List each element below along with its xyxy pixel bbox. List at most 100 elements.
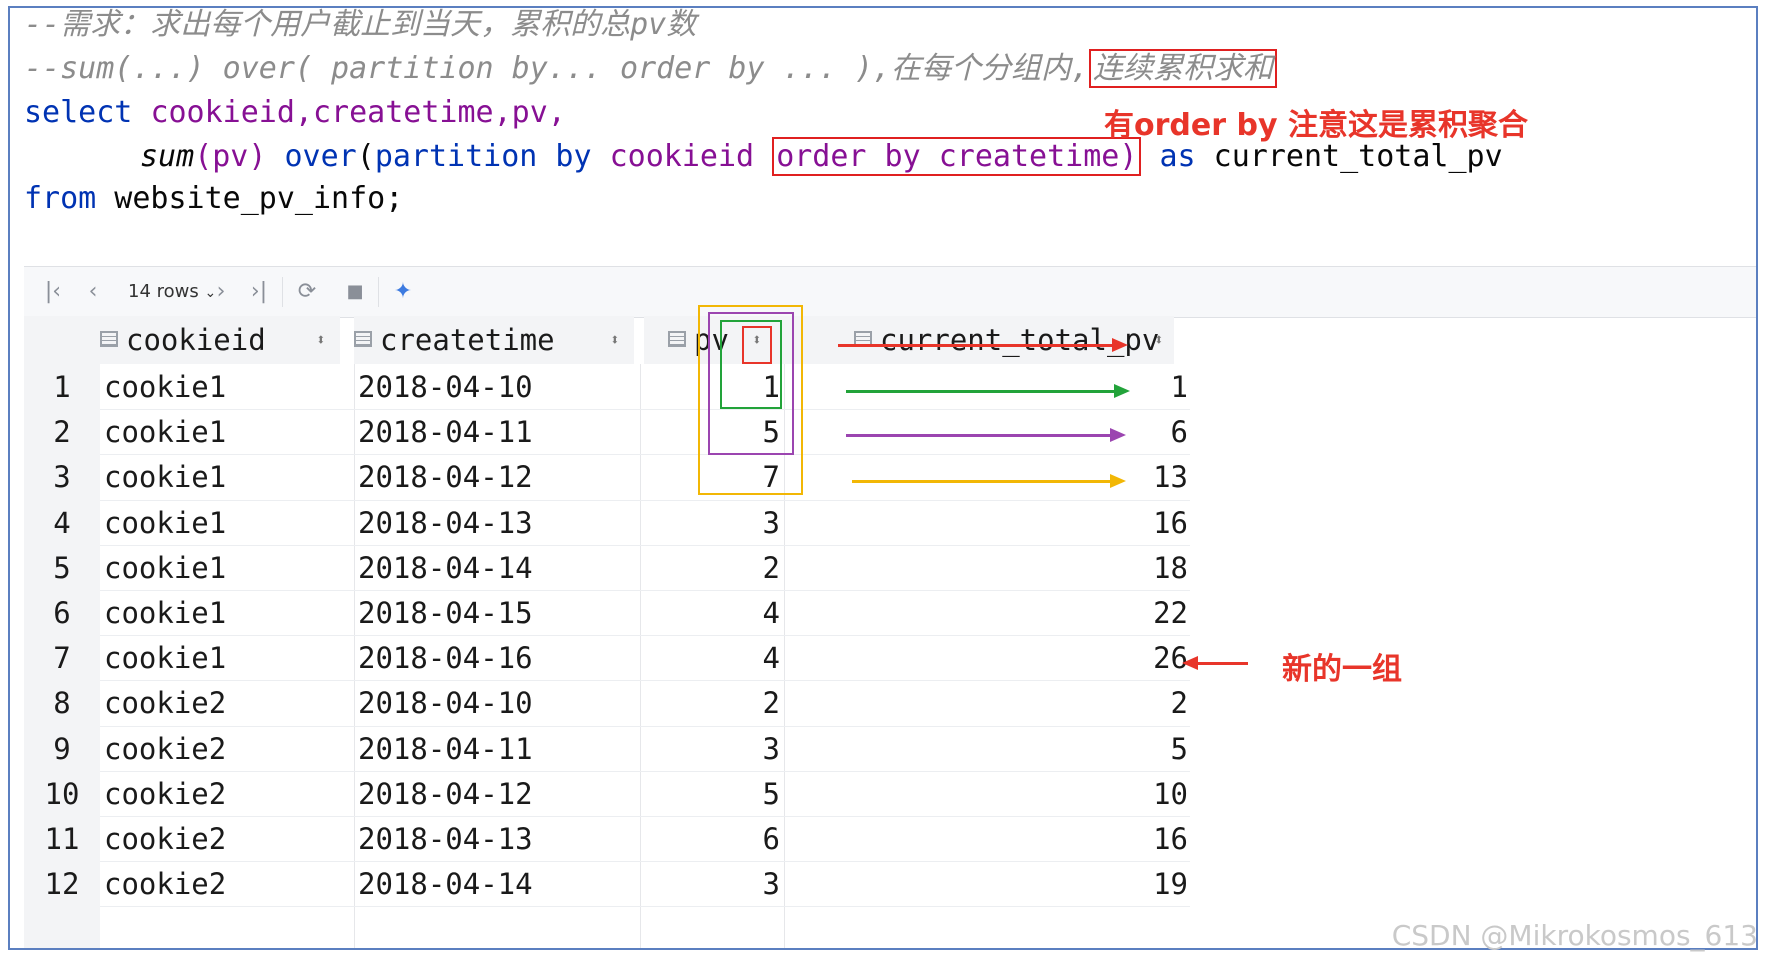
table-row[interactable]: 11 cookie2 2018-04-13 6 16 bbox=[24, 816, 1314, 862]
refresh-icon[interactable]: ⟳ bbox=[290, 275, 324, 309]
cell-pv[interactable]: 3 bbox=[640, 500, 780, 546]
row-number: 4 bbox=[53, 505, 71, 540]
cell-pv[interactable]: 4 bbox=[640, 590, 780, 636]
cell-current-total-pv[interactable]: 18 bbox=[844, 545, 1188, 591]
column-header-createtime[interactable]: createtime ⬍ bbox=[354, 316, 634, 364]
cell-current-total-pv[interactable]: 16 bbox=[844, 500, 1188, 546]
row-number: 9 bbox=[53, 731, 71, 766]
table-row[interactable]: 4 cookie1 2018-04-13 3 16 bbox=[24, 500, 1314, 546]
column-header-label: createtime bbox=[380, 323, 555, 357]
table-row[interactable]: 6 cookie1 2018-04-15 4 22 bbox=[24, 590, 1314, 636]
table-row[interactable]: 9 cookie2 2018-04-11 3 5 bbox=[24, 726, 1314, 772]
cell-cookieid[interactable]: cookie1 bbox=[104, 454, 226, 500]
row-number: 8 bbox=[53, 686, 71, 721]
rows-count-label: 14 rows bbox=[128, 281, 199, 302]
cell-createtime[interactable]: 2018-04-12 bbox=[358, 454, 533, 500]
cell-cookieid[interactable]: cookie2 bbox=[104, 726, 226, 772]
toolbar-separator bbox=[378, 277, 379, 307]
cell-current-total-pv[interactable]: 6 bbox=[844, 409, 1188, 455]
column-header-cookieid[interactable]: cookieid ⬍ bbox=[100, 316, 340, 364]
cell-pv[interactable]: 3 bbox=[640, 861, 780, 907]
cell-cookieid[interactable]: cookie1 bbox=[104, 409, 226, 455]
table-row[interactable]: 10 cookie2 2018-04-12 5 10 bbox=[24, 771, 1314, 817]
cell-createtime[interactable]: 2018-04-13 bbox=[358, 500, 533, 546]
result-toolbar: |‹ ‹ 14 rows ⌄ › ›| ⟳ ■ ✦ bbox=[24, 266, 1756, 318]
row-number: 11 bbox=[44, 822, 80, 856]
code-line-from: from website_pv_info; bbox=[24, 176, 403, 222]
cell-current-total-pv[interactable]: 2 bbox=[844, 680, 1188, 726]
cell-cookieid[interactable]: cookie1 bbox=[104, 635, 226, 681]
sort-icon[interactable]: ⬍ bbox=[1154, 316, 1164, 364]
cell-createtime[interactable]: 2018-04-13 bbox=[358, 816, 533, 862]
annotation-new-group: 新的一组 bbox=[1282, 652, 1402, 687]
row-number: 6 bbox=[53, 596, 71, 630]
code-comment-sum-over: --sum(...) over( partition by... order b… bbox=[24, 46, 1278, 92]
cell-current-total-pv[interactable]: 10 bbox=[844, 771, 1188, 817]
table-row[interactable]: 5 cookie1 2018-04-14 2 18 bbox=[24, 545, 1314, 591]
cell-pv[interactable]: 2 bbox=[640, 680, 780, 726]
sql-editor[interactable]: --需求：求出每个用户截止到当天，累积的总pv数 --sum(...) over… bbox=[10, 8, 1756, 258]
cell-pv[interactable]: 6 bbox=[640, 816, 780, 862]
table-row[interactable]: 7 cookie1 2018-04-16 4 26 bbox=[24, 635, 1314, 681]
cell-cookieid[interactable]: cookie1 bbox=[104, 364, 226, 410]
row-number: 10 bbox=[44, 776, 80, 811]
keyword-partition-by: partition by bbox=[374, 139, 610, 174]
cell-createtime[interactable]: 2018-04-10 bbox=[358, 364, 533, 410]
cell-cookieid[interactable]: cookie2 bbox=[104, 680, 226, 726]
cell-cookieid[interactable]: cookie1 bbox=[104, 545, 226, 591]
first-page-icon[interactable]: |‹ bbox=[36, 275, 70, 309]
cell-current-total-pv[interactable]: 26 bbox=[844, 635, 1188, 681]
row-number: 1 bbox=[53, 370, 71, 404]
cell-current-total-pv[interactable]: 19 bbox=[844, 861, 1188, 907]
alias-current-total-pv: current_total_pv bbox=[1195, 139, 1503, 174]
cell-current-total-pv[interactable]: 1 bbox=[844, 364, 1188, 410]
row-number: 2 bbox=[53, 415, 71, 450]
cell-cookieid[interactable]: cookie2 bbox=[104, 861, 226, 907]
result-grid: cookieid ⬍ createtime ⬍ pv ⬍ current_tot… bbox=[24, 316, 1314, 948]
cell-cookieid[interactable]: cookie2 bbox=[104, 816, 226, 862]
row-number: 5 bbox=[53, 550, 71, 585]
cell-current-total-pv[interactable]: 13 bbox=[844, 454, 1188, 500]
cell-pv[interactable]: 5 bbox=[640, 771, 780, 817]
cell-cookieid[interactable]: cookie1 bbox=[104, 590, 226, 636]
keyword-as: as bbox=[1159, 139, 1196, 174]
cell-createtime[interactable]: 2018-04-10 bbox=[358, 680, 533, 726]
column-icon bbox=[668, 331, 686, 347]
prev-page-icon[interactable]: ‹ bbox=[76, 275, 110, 309]
cell-createtime[interactable]: 2018-04-11 bbox=[358, 726, 533, 772]
table-row[interactable]: 8 cookie2 2018-04-10 2 2 bbox=[24, 680, 1314, 726]
cell-cookieid[interactable]: cookie2 bbox=[104, 771, 226, 817]
watermark: CSDN @Mikrokosmos_613 bbox=[1391, 919, 1758, 952]
highlight-order-by: order by createtime) bbox=[772, 137, 1142, 176]
row-number: 7 bbox=[53, 641, 71, 676]
next-page-icon[interactable]: › bbox=[204, 275, 238, 309]
sort-icon[interactable]: ⬍ bbox=[316, 316, 326, 364]
pin-icon[interactable]: ✦ bbox=[386, 275, 420, 309]
cell-current-total-pv[interactable]: 22 bbox=[844, 590, 1188, 636]
stop-icon[interactable]: ■ bbox=[338, 275, 372, 309]
row-divider bbox=[100, 906, 1190, 908]
cell-createtime[interactable]: 2018-04-12 bbox=[358, 771, 533, 817]
table-row[interactable]: 12 cookie2 2018-04-14 3 19 bbox=[24, 861, 1314, 907]
cell-pv[interactable]: 2 bbox=[640, 545, 780, 591]
partition-field: cookieid bbox=[609, 139, 773, 174]
column-header-label: cookieid bbox=[126, 323, 266, 357]
keyword-from: from bbox=[24, 181, 97, 216]
cell-createtime[interactable]: 2018-04-16 bbox=[358, 635, 533, 681]
arrow-purple bbox=[846, 428, 1126, 442]
cell-createtime[interactable]: 2018-04-15 bbox=[358, 590, 533, 636]
cell-createtime[interactable]: 2018-04-11 bbox=[358, 409, 533, 455]
cell-cookieid[interactable]: cookie1 bbox=[104, 500, 226, 546]
arrow-new-group bbox=[1182, 656, 1248, 670]
cell-createtime[interactable]: 2018-04-14 bbox=[358, 861, 533, 907]
code-line-select: select cookieid,createtime,pv, bbox=[24, 90, 566, 136]
function-sum: sum bbox=[140, 139, 195, 174]
sort-icon[interactable]: ⬍ bbox=[610, 316, 620, 364]
last-page-icon[interactable]: ›| bbox=[242, 275, 276, 309]
cell-pv[interactable]: 4 bbox=[640, 635, 780, 681]
cell-pv[interactable]: 3 bbox=[640, 726, 780, 772]
cell-current-total-pv[interactable]: 16 bbox=[844, 816, 1188, 862]
cell-current-total-pv[interactable]: 5 bbox=[844, 726, 1188, 772]
rows-count-dropdown[interactable]: 14 rows ⌄ bbox=[128, 275, 216, 309]
cell-createtime[interactable]: 2018-04-14 bbox=[358, 545, 533, 591]
